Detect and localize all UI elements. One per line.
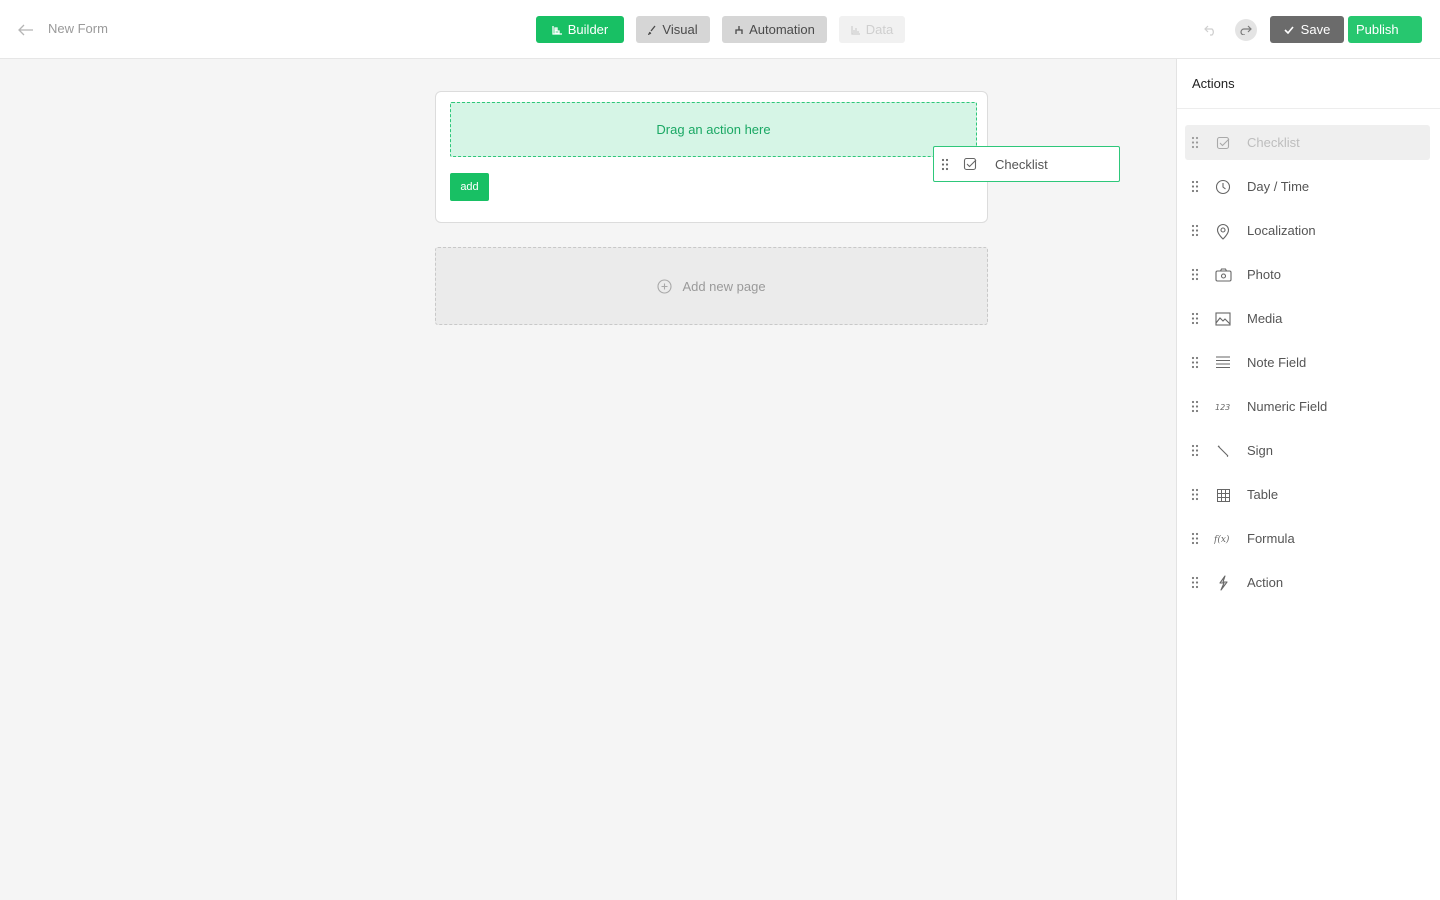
sidebar-item-label: Sign bbox=[1247, 443, 1274, 458]
builder-icon bbox=[552, 25, 562, 35]
drag-handle-icon[interactable] bbox=[1191, 136, 1199, 149]
actions-sidebar: Actions Checklist Day / Time Localizatio… bbox=[1176, 59, 1440, 900]
tab-visual-label: Visual bbox=[662, 22, 698, 37]
check-icon bbox=[1284, 25, 1294, 34]
sidebar-item-action[interactable]: Action bbox=[1185, 565, 1430, 600]
bar-chart-icon bbox=[851, 25, 860, 35]
tab-builder-label: Builder bbox=[567, 22, 609, 37]
note-lines-icon bbox=[1214, 354, 1232, 372]
form-title[interactable]: New Form bbox=[48, 21, 108, 36]
tab-builder[interactable]: Builder bbox=[536, 16, 624, 43]
add-new-page-button[interactable]: Add new page bbox=[435, 247, 988, 325]
tab-visual[interactable]: Visual bbox=[636, 16, 710, 43]
sidebar-item-label: Note Field bbox=[1247, 355, 1307, 370]
redo-icon[interactable] bbox=[1235, 19, 1257, 41]
camera-icon bbox=[1214, 266, 1232, 284]
sidebar-item-label: Media bbox=[1247, 311, 1283, 326]
sidebar-item-label: Action bbox=[1247, 575, 1284, 590]
sidebar-title: Actions bbox=[1192, 76, 1235, 91]
publish-button[interactable]: Publish bbox=[1348, 16, 1422, 43]
dragged-action-label: Checklist bbox=[995, 157, 1048, 172]
publish-label: Publish bbox=[1356, 22, 1399, 37]
svg-text:123: 123 bbox=[1215, 403, 1230, 412]
back-arrow-icon[interactable] bbox=[16, 20, 36, 40]
drag-handle-icon[interactable] bbox=[1191, 576, 1199, 589]
save-label: Save bbox=[1300, 22, 1331, 37]
brush-icon bbox=[648, 25, 656, 35]
add-page-label: Add new page bbox=[682, 278, 766, 294]
drag-handle-icon[interactable] bbox=[941, 158, 949, 171]
sidebar-item-label: Photo bbox=[1247, 267, 1281, 282]
svg-text:f(x): f(x) bbox=[1214, 534, 1230, 545]
sidebar-divider bbox=[1177, 108, 1440, 109]
numeric-123-icon: 123 bbox=[1214, 398, 1232, 416]
plus-circle-icon bbox=[657, 278, 672, 294]
flow-icon bbox=[735, 25, 743, 34]
dragged-action-ghost[interactable]: Checklist bbox=[933, 146, 1120, 182]
lightning-icon bbox=[1214, 574, 1232, 592]
sidebar-item-label: Localization bbox=[1247, 223, 1316, 238]
drag-handle-icon[interactable] bbox=[1191, 180, 1199, 193]
sidebar-item-label: Day / Time bbox=[1247, 179, 1310, 194]
sidebar-item-table[interactable]: Table bbox=[1185, 477, 1430, 512]
checklist-icon bbox=[963, 157, 977, 171]
tab-data[interactable]: Data bbox=[839, 16, 905, 43]
sidebar-item-label: Formula bbox=[1247, 531, 1295, 546]
undo-icon[interactable] bbox=[1200, 20, 1220, 40]
table-grid-icon bbox=[1214, 486, 1232, 504]
drag-handle-icon[interactable] bbox=[1191, 532, 1199, 545]
clock-icon bbox=[1214, 178, 1232, 196]
drag-handle-icon[interactable] bbox=[1191, 400, 1199, 413]
sidebar-item-label: Numeric Field bbox=[1247, 399, 1328, 414]
sidebar-item-formula[interactable]: f(x) Formula bbox=[1185, 521, 1430, 556]
sidebar-item-label: Checklist bbox=[1247, 135, 1300, 150]
drag-handle-icon[interactable] bbox=[1191, 312, 1199, 325]
action-drop-zone[interactable]: Drag an action here bbox=[450, 102, 977, 157]
drag-handle-icon[interactable] bbox=[1191, 268, 1199, 281]
checklist-icon bbox=[1214, 134, 1232, 152]
sidebar-item-photo[interactable]: Photo bbox=[1185, 257, 1430, 292]
form-page-card: Drag an action here add bbox=[435, 91, 988, 223]
sidebar-item-sign[interactable]: Sign bbox=[1185, 433, 1430, 468]
tab-automation[interactable]: Automation bbox=[722, 16, 827, 43]
sidebar-item-media[interactable]: Media bbox=[1185, 301, 1430, 336]
drag-handle-icon[interactable] bbox=[1191, 488, 1199, 501]
pen-sign-icon bbox=[1214, 442, 1232, 460]
drag-handle-icon[interactable] bbox=[1191, 444, 1199, 457]
add-button[interactable]: add bbox=[450, 173, 489, 201]
sidebar-item-day-time[interactable]: Day / Time bbox=[1185, 169, 1430, 204]
sidebar-item-numeric-field[interactable]: 123 Numeric Field bbox=[1185, 389, 1430, 424]
save-button[interactable]: Save bbox=[1270, 16, 1344, 43]
drop-zone-text: Drag an action here bbox=[656, 122, 771, 137]
sidebar-item-localization[interactable]: Localization bbox=[1185, 213, 1430, 248]
tab-data-label: Data bbox=[865, 22, 894, 37]
drag-handle-icon[interactable] bbox=[1191, 224, 1199, 237]
location-pin-icon bbox=[1214, 222, 1232, 240]
drag-handle-icon[interactable] bbox=[1191, 356, 1199, 369]
tab-automation-label: Automation bbox=[749, 22, 815, 37]
image-icon bbox=[1214, 310, 1232, 328]
sidebar-item-note-field[interactable]: Note Field bbox=[1185, 345, 1430, 380]
top-bar: New Form Builder Visual Automation Data … bbox=[0, 0, 1440, 59]
sidebar-item-label: Table bbox=[1247, 487, 1279, 502]
formula-fx-icon: f(x) bbox=[1214, 530, 1232, 548]
sidebar-item-checklist[interactable]: Checklist bbox=[1185, 125, 1430, 160]
